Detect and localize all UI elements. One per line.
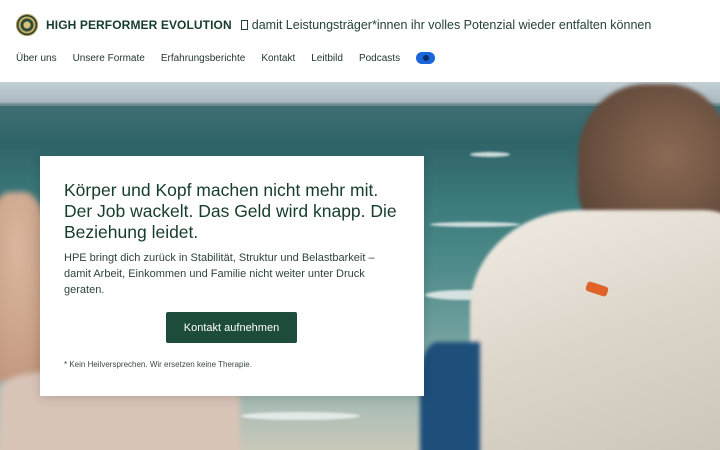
nav-item-erfahrungsberichte[interactable]: Erfahrungsberichte	[161, 53, 246, 64]
contact-button[interactable]: Kontakt aufnehmen	[166, 312, 297, 343]
nav-item-leitbild[interactable]: Leitbild	[311, 53, 343, 64]
person-right-photo	[420, 82, 720, 450]
nav-item-unsere-formate[interactable]: Unsere Formate	[73, 53, 145, 64]
brand-row: HIGH PERFORMER EVOLUTION damit Leistungs…	[16, 14, 651, 36]
facebook-icon[interactable]	[416, 52, 436, 64]
emblem-logo-icon[interactable]	[16, 14, 38, 36]
person-blue-garment	[420, 342, 480, 450]
facebook-dot	[422, 55, 429, 61]
nav-item-ueber-uns[interactable]: Über uns	[16, 53, 57, 64]
nav-item-kontakt[interactable]: Kontakt	[261, 53, 295, 64]
nav-item-podcasts[interactable]: Podcasts	[359, 53, 400, 64]
site-title[interactable]: HIGH PERFORMER EVOLUTION	[46, 18, 232, 32]
site-header: HIGH PERFORMER EVOLUTION damit Leistungs…	[0, 0, 720, 82]
missing-glyph-icon	[240, 20, 248, 30]
hero-heading: Körper und Kopf machen nicht mehr mit. D…	[64, 180, 397, 242]
hero-body-text: HPE bringt dich zurück in Stabilität, St…	[64, 252, 375, 296]
site-tagline: damit Leistungsträger*innen ihr volles P…	[240, 18, 652, 32]
hero-card: Körper und Kopf machen nicht mehr mit. D…	[40, 156, 424, 396]
person-jacket	[470, 210, 720, 450]
disclaimer-text: * Kein Heilversprechen. Wir ersetzen kei…	[64, 360, 252, 369]
main-nav: Über uns Unsere Formate Erfahrungsberich…	[16, 52, 436, 64]
tagline-text: damit Leistungsträger*innen ihr volles P…	[251, 18, 652, 32]
wave-crest	[240, 412, 360, 420]
